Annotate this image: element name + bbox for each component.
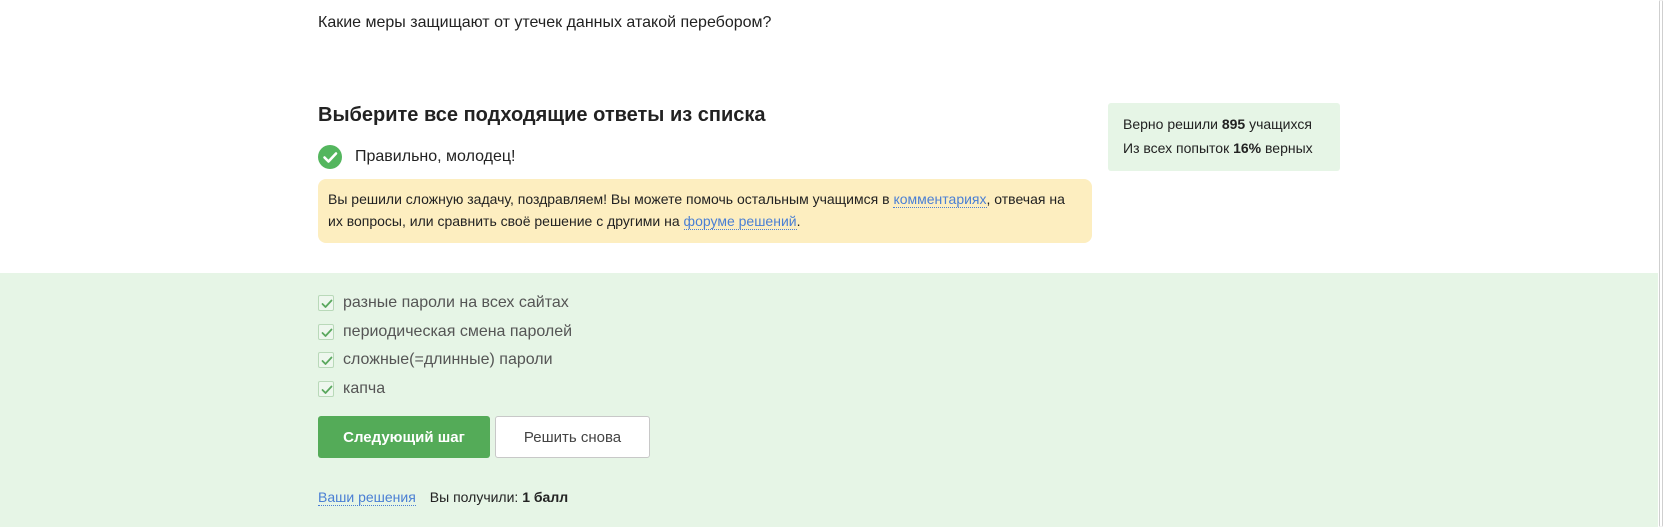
option-item[interactable]: сложные(=длинные) пароли	[318, 346, 572, 375]
checkbox-checked-icon[interactable]	[318, 380, 334, 397]
hint-box: Вы решили сложную задачу, поздравляем! В…	[318, 179, 1092, 243]
option-label: капча	[343, 379, 386, 397]
hint-text-1: Вы решили сложную задачу, поздравляем! В…	[328, 191, 894, 207]
your-solutions-link[interactable]: Ваши решения	[318, 489, 416, 506]
footer-line: Ваши решения Вы получили: 1 балл	[318, 489, 568, 506]
status-text: Правильно, молодец!	[355, 148, 516, 165]
task-header: Выберите все подходящие ответы из списка	[318, 104, 766, 126]
answer-area: разные пароли на всех сайтах периодическ…	[0, 273, 1658, 527]
checkbox-checked-icon[interactable]	[318, 295, 334, 312]
question-text: Какие меры защищают от утечек данных ата…	[318, 14, 772, 31]
comments-link[interactable]: комментариях	[893, 191, 987, 208]
scrollbar-thumb[interactable]	[1659, 0, 1663, 527]
options-list: разные пароли на всех сайтах периодическ…	[318, 289, 572, 403]
stats-solved-count: 895	[1221, 116, 1246, 132]
page: Какие меры защищают от утечек данных ата…	[0, 0, 1666, 527]
solutions-forum-link[interactable]: форуме решений	[683, 213, 797, 230]
stats-percent-value: 16%	[1233, 140, 1262, 156]
score-value: 1 балл	[522, 489, 569, 505]
solve-again-button[interactable]: Решить снова	[495, 416, 650, 458]
option-item[interactable]: капча	[318, 375, 572, 404]
checkbox-checked-icon[interactable]	[318, 352, 334, 369]
checkbox-checked-icon[interactable]	[318, 323, 334, 340]
next-step-button[interactable]: Следующий шаг	[318, 416, 490, 458]
option-label: разные пароли на всех сайтах	[343, 294, 569, 312]
option-label: периодическая смена паролей	[343, 322, 573, 340]
stats-percent-line: Из всех попыток 16% верных	[1123, 136, 1325, 160]
stats-solved-line: Верно решили 895 учащихся	[1123, 112, 1325, 136]
option-item[interactable]: периодическая смена паролей	[318, 318, 572, 347]
vertical-scrollbar[interactable]	[1658, 0, 1666, 527]
stats-solved-prefix: Верно решили	[1123, 116, 1222, 132]
score-prefix: Вы получили:	[429, 489, 519, 505]
stats-percent-prefix: Из всех попыток	[1123, 140, 1234, 156]
stats-percent-suffix: верных	[1261, 140, 1313, 156]
stats-solved-suffix: учащихся	[1245, 116, 1312, 132]
option-label: сложные(=длинные) пароли	[343, 351, 553, 369]
stats-box: Верно решили 895 учащихся Из всех попыто…	[1108, 103, 1340, 171]
check-circle-icon	[318, 145, 342, 169]
status-line: Правильно, молодец!	[318, 145, 515, 169]
option-item[interactable]: разные пароли на всех сайтах	[318, 289, 572, 318]
hint-text-3: .	[796, 213, 801, 229]
